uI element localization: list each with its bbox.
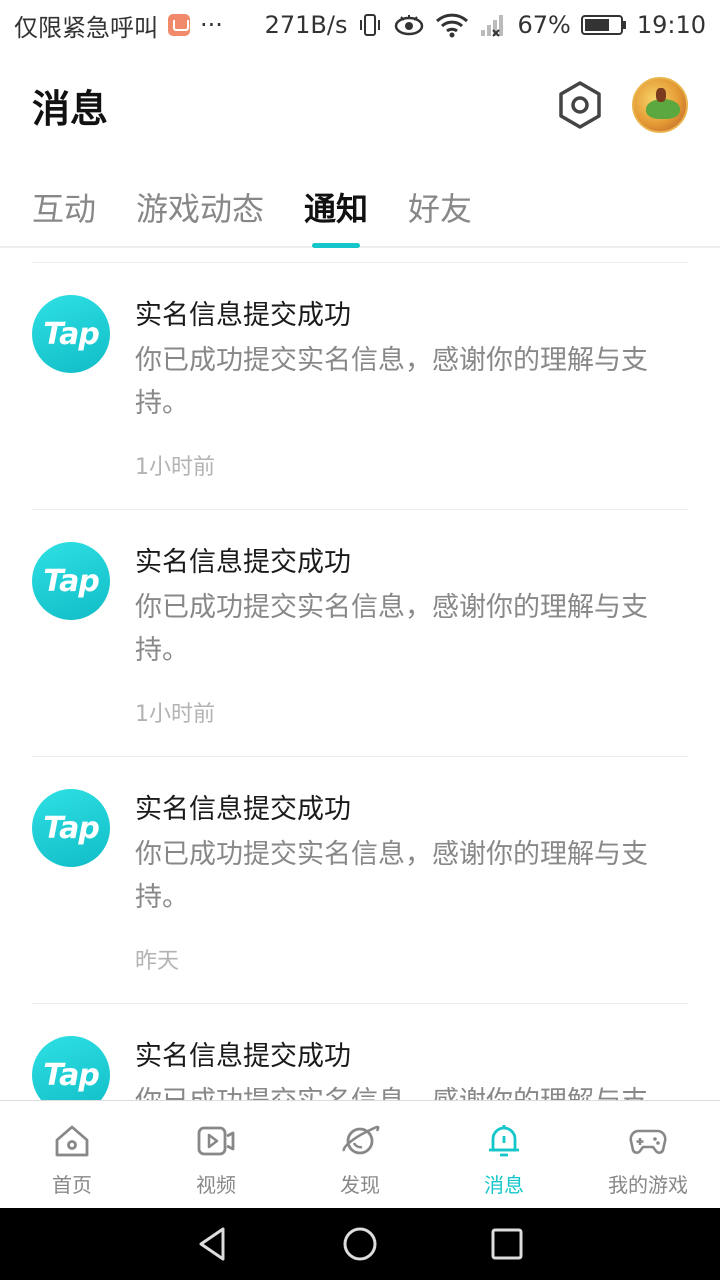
bottom-navigation: 首页 视频 发现 消息 我的游戏 [0,1100,720,1208]
nav-discover-label: 发现 [340,1173,380,1197]
home-icon [55,1125,89,1157]
notification-title: 实名信息提交成功 [135,300,351,331]
user-avatar[interactable] [632,77,688,133]
system-navigation-bar [0,1208,720,1280]
nav-discover[interactable]: 发现 [288,1101,432,1208]
active-tab-indicator [312,243,361,248]
home-circle-icon[interactable] [340,1224,380,1264]
notification-body: 你已成功提交实名信息，感谢你的理解与支持。 [135,839,648,913]
wifi-icon [436,13,469,38]
taptap-logo-icon: Tap [32,542,110,620]
eye-comfort-icon [395,15,424,36]
nav-my-games-label: 我的游戏 [608,1173,688,1197]
nav-home[interactable]: 首页 [0,1101,144,1208]
nav-messages-label: 消息 [484,1173,524,1197]
page-header: 消息 [0,60,720,150]
tab-interaction[interactable]: 互动 [32,170,96,248]
back-icon[interactable] [193,1224,233,1264]
gamepad-icon [629,1129,667,1154]
status-bar: 仅限紧急呼叫 ··· 271B/s 67% 19:10 [0,0,720,50]
taptap-logo-icon: Tap [32,1036,110,1100]
mail-notification-icon [168,14,190,36]
notification-title: 实名信息提交成功 [135,794,351,825]
tab-game-news[interactable]: 游戏动态 [136,170,264,248]
tab-notifications[interactable]: 通知 [304,170,368,248]
notification-title: 实名信息提交成功 [135,1041,351,1072]
nav-home-label: 首页 [52,1173,92,1197]
video-icon [197,1126,235,1156]
notification-time: 1小时前 [135,455,215,480]
clock: 19:10 [636,11,706,39]
taptap-logo-icon: Tap [32,295,110,373]
notification-body: 你已成功提交实名信息，感谢你的理解与支持。 [135,1080,678,1100]
battery-percent: 67% [517,11,571,39]
planet-icon [342,1125,380,1155]
notification-item[interactable]: Tap 实名信息提交成功 你已成功提交实名信息，感谢你的理解与支持。 [32,1004,688,1100]
notification-time: 1小时前 [135,702,215,727]
network-speed: 271B/s [264,11,348,39]
message-tabs: 互动 游戏动态 通知 好友 [0,170,720,248]
notification-list[interactable]: Tap 实名信息提交成功 你已成功提交实名信息，感谢你的理解与支持。 1小时前 … [0,250,720,1100]
settings-hexagon-icon [559,81,601,129]
avatar-rider-icon [656,88,666,102]
notification-body: 你已成功提交实名信息，感谢你的理解与支持。 [135,592,648,666]
bell-icon [489,1125,519,1157]
more-notifications-icon: ··· [200,11,223,39]
notification-time: 昨天 [135,949,180,974]
battery-icon [580,15,626,35]
carrier-text: 仅限紧急呼叫 [14,13,158,42]
signal-icon [481,15,504,37]
settings-button[interactable] [554,79,606,131]
notification-title: 实名信息提交成功 [135,547,351,578]
nav-messages[interactable]: 消息 [432,1101,576,1208]
notification-item[interactable]: Tap 实名信息提交成功 你已成功提交实名信息，感谢你的理解与支持。 昨天 [32,757,688,1004]
nav-video-label: 视频 [196,1173,236,1197]
avatar-dragon-icon [646,99,680,119]
nav-my-games[interactable]: 我的游戏 [576,1101,720,1208]
page-title: 消息 [32,86,109,131]
taptap-logo-icon: Tap [32,789,110,867]
notification-item[interactable]: Tap 实名信息提交成功 你已成功提交实名信息，感谢你的理解与支持。 1小时前 [32,263,688,510]
vibrate-icon [360,14,381,36]
notification-item[interactable]: Tap 实名信息提交成功 你已成功提交实名信息，感谢你的理解与支持。 1小时前 [32,510,688,757]
nav-video[interactable]: 视频 [144,1101,288,1208]
recent-apps-icon[interactable] [487,1224,527,1264]
tab-friends[interactable]: 好友 [408,170,472,248]
notification-body: 你已成功提交实名信息，感谢你的理解与支持。 [135,345,648,419]
